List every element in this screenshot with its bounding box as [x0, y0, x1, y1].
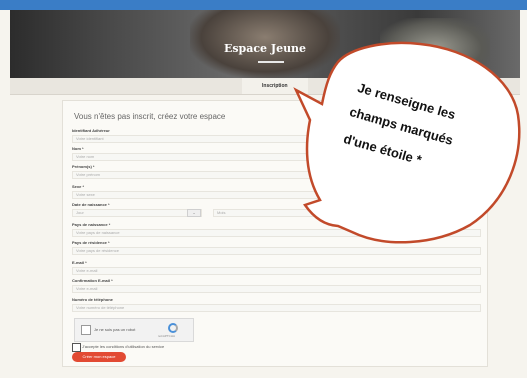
- speech-bubble-annotation: [293, 41, 521, 244]
- speech-bubble-shape: [293, 41, 521, 244]
